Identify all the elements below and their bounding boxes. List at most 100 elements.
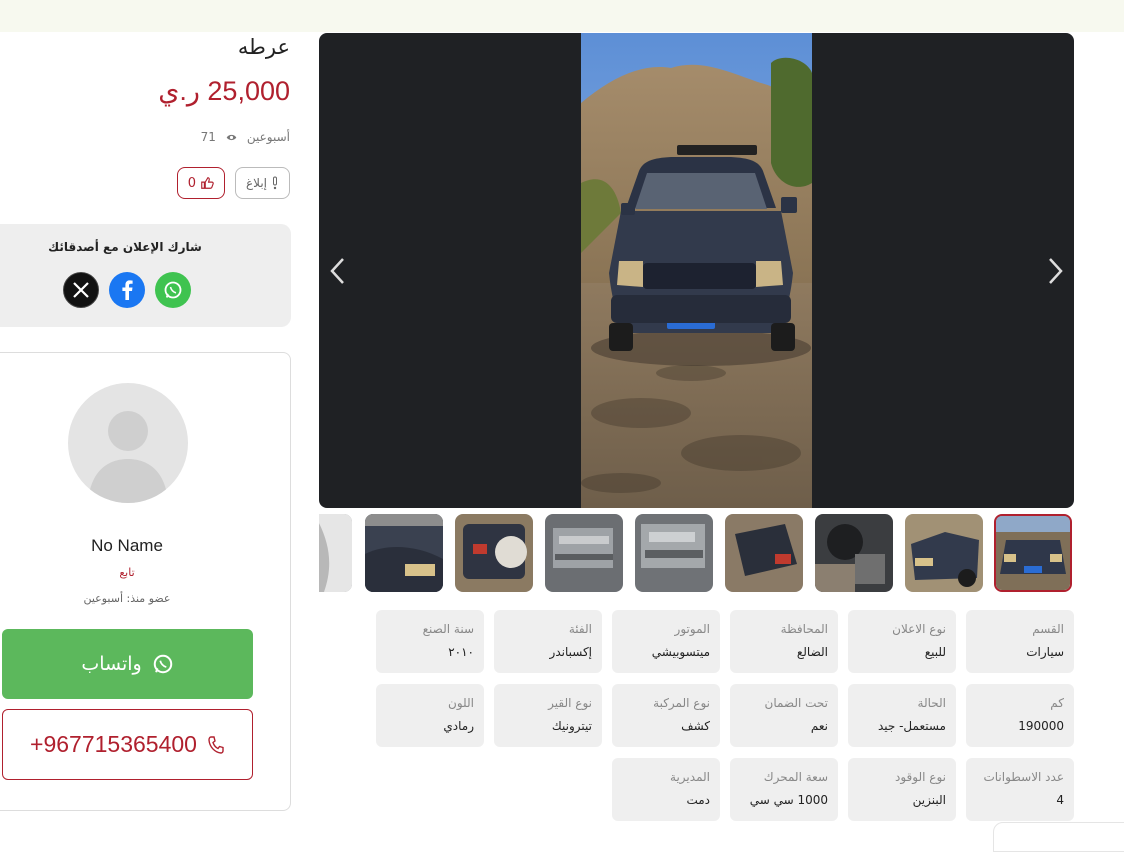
whatsapp-icon [164, 281, 182, 299]
spec-label: اللون [448, 696, 474, 710]
chevron-left-icon [330, 258, 344, 284]
spec-item: المحافظة الضالع [730, 610, 838, 673]
thumbnail-image [725, 514, 803, 592]
posted-ago: أسبوعين [246, 130, 290, 144]
spec-label: سنة الصنع [422, 622, 474, 636]
seller-name: No Name [91, 536, 163, 555]
car-photo [581, 33, 812, 508]
spec-value: تيترونيك [551, 719, 592, 733]
thumbnail[interactable] [455, 514, 533, 592]
x-share-button[interactable] [63, 272, 99, 308]
spec-label: الموتور [674, 622, 710, 636]
thumbnail[interactable] [319, 514, 352, 592]
phone-icon [208, 735, 224, 754]
gallery-next-button[interactable] [1040, 253, 1070, 289]
spec-item: القسم سيارات [966, 610, 1074, 673]
whatsapp-icon [153, 654, 172, 674]
spec-label: نوع الاعلان [892, 622, 946, 636]
whatsapp-label: واتساب [81, 653, 142, 675]
spec-value: نعم [810, 719, 828, 733]
user-placeholder-icon [88, 411, 168, 503]
thumbnail-image [905, 514, 983, 592]
spec-item: نوع الوقود البنزين [848, 758, 956, 821]
spec-value: الضالع [796, 645, 828, 659]
facebook-icon [122, 280, 133, 300]
share-icons [63, 272, 191, 308]
thumbnail[interactable] [365, 514, 443, 592]
thumbs-up-icon [201, 177, 214, 189]
spec-value: رمادي [443, 719, 474, 733]
thumbnail-active[interactable] [994, 514, 1072, 592]
chevron-right-icon [1049, 258, 1063, 284]
x-icon [73, 282, 89, 298]
thumbnail-image [545, 514, 623, 592]
spec-value: مستعمل- جيد [877, 719, 946, 733]
thumbnail[interactable] [905, 514, 983, 592]
spec-label: نوع المركبة [653, 696, 710, 710]
whatsapp-share-button[interactable] [155, 272, 191, 308]
facebook-share-button[interactable] [109, 272, 145, 308]
report-button[interactable]: إبلاغ [235, 167, 290, 199]
spec-value: ميتسوبيشي [651, 645, 710, 659]
thumbnail-image [319, 514, 352, 592]
spec-label: عدد الاسطوانات [983, 770, 1064, 784]
spec-item: سعة المحرك 1000 سي سي [730, 758, 838, 821]
views-count: 71 [200, 130, 216, 144]
spec-value: 4 [1056, 793, 1064, 807]
seller-card: No Name تابع عضو منذ: أسبوعين واتساب +96… [0, 352, 291, 811]
main-photo[interactable] [581, 33, 812, 508]
spec-item: الحالة مستعمل- جيد [848, 684, 956, 747]
thumbnail-image [365, 514, 443, 592]
spec-value: دمت [686, 793, 710, 807]
thumbnail[interactable] [815, 514, 893, 592]
listing-meta: أسبوعين 71 [201, 130, 290, 144]
like-count: 0 [187, 175, 196, 191]
thumbnail[interactable] [545, 514, 623, 592]
whatsapp-button[interactable]: واتساب [2, 629, 253, 699]
thumbnail-strip [319, 514, 1074, 594]
spec-value: إكسباندر [549, 645, 592, 659]
thumbnail-image [635, 514, 713, 592]
alert-icon [273, 176, 277, 190]
spec-item: الموتور ميتسوبيشي [612, 610, 720, 673]
spec-label: سعة المحرك [763, 770, 828, 784]
spec-label: المحافظة [780, 622, 828, 636]
share-box: شارك الإعلان مع أصدقائك [0, 224, 291, 327]
thumbnail[interactable] [725, 514, 803, 592]
spec-value: سيارات [1026, 645, 1064, 659]
spec-item: تحت الضمان نعم [730, 684, 838, 747]
like-button[interactable]: 0 [176, 167, 225, 199]
photo-gallery [319, 33, 1074, 508]
thumbnail[interactable] [635, 514, 713, 592]
spec-item: المديرية دمت [612, 758, 720, 821]
spec-item: كم 190000 [966, 684, 1074, 747]
spec-label: الفئة [568, 622, 592, 636]
spec-label: المديرية [670, 770, 710, 784]
phone-number: +967715365400 [30, 731, 197, 757]
floating-widget-edge [993, 822, 1124, 852]
spec-item: عدد الاسطوانات 4 [966, 758, 1074, 821]
spec-item: نوع القير تيترونيك [494, 684, 602, 747]
eye-icon [226, 134, 237, 140]
listing-price: 25,000 ر.ي [158, 76, 290, 106]
avatar [68, 383, 188, 503]
spec-value: البنزين [912, 793, 946, 807]
spec-value: 1000 سي سي [749, 793, 828, 807]
thumbnail-image [996, 516, 1070, 590]
spec-value: 190000 [1018, 719, 1064, 733]
top-band [0, 0, 1124, 32]
report-label: إبلاغ [246, 176, 267, 190]
spec-item: اللون رمادي [376, 684, 484, 747]
spec-value: ٢٠١٠ [448, 645, 474, 659]
thumbnail-image [815, 514, 893, 592]
spec-value: كشف [681, 719, 710, 733]
spec-label: القسم [1032, 622, 1064, 636]
seller-member-since: عضو منذ: أسبوعين [83, 592, 171, 605]
listing-actions: إبلاغ 0 [176, 167, 290, 199]
spec-item: الفئة إكسباندر [494, 610, 602, 673]
spec-item: سنة الصنع ٢٠١٠ [376, 610, 484, 673]
gallery-prev-button[interactable] [323, 253, 353, 289]
phone-button[interactable]: +967715365400 [2, 709, 253, 780]
spec-label: نوع القير [548, 696, 592, 710]
spec-label: تحت الضمان [764, 696, 829, 710]
